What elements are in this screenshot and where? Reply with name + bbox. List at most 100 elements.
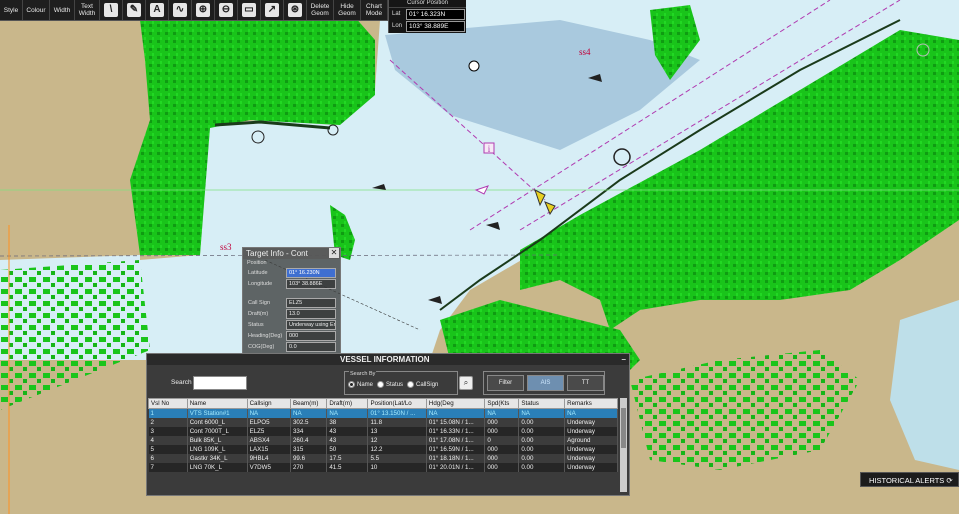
table-cell: 50 [326,445,369,454]
width-button[interactable]: Width [50,0,75,20]
delete-geom-button[interactable]: Delete Geom [307,0,334,20]
radio-icon[interactable] [348,381,355,388]
target-info-field-value[interactable]: 0.0 [286,341,336,352]
minimize-icon[interactable]: – [622,354,626,365]
table-row[interactable]: 3 Cont 7000T_L ELZ5 334 43 13 01° 16.33N / 1..… [148,427,618,436]
target-info-field-label: Longitude [248,280,273,287]
table-row[interactable]: 6 Gastkr 34K_L 9HBL4 99.6 17.5 5.5 01° 18.18N … [148,454,618,463]
zoom-in-button[interactable]: ⊕ [192,0,215,20]
table-cell: 01° 18.18N / 1... [426,454,486,463]
column-header[interactable]: Position(Lat/Lo [367,398,427,409]
cursor-position-title: Cursor Position [389,0,466,8]
radio-icon[interactable] [407,381,415,388]
line-tool-button[interactable]: \ [100,0,123,20]
text-width-button[interactable]: Text Width [75,0,100,20]
target-info-field-value[interactable]: 103° 38.886E [286,278,336,289]
scrollbar-thumb[interactable] [621,408,626,448]
table-row[interactable]: 2 Cont 6000_L ELPO5 302.5 38 11.8 01° 15.08N /… [148,418,618,427]
table-cell: 3 [148,427,188,436]
table-cell: 41.5 [326,463,369,472]
edit-tool-button[interactable]: ↗ [261,0,284,20]
vessel-info-title: VESSEL INFORMATION [340,355,430,364]
filter-button[interactable]: Filter [487,375,524,391]
radio-icon[interactable] [377,381,385,388]
target-info-field-value[interactable]: 01° 16.230N [286,267,336,278]
column-header[interactable]: Beam(m) [289,398,328,409]
table-cell: LNG 70K_L [187,463,248,472]
pen-tool-button[interactable]: ✎ [123,0,146,20]
table-row[interactable]: 5 LNG 109K_L LAX15 315 50 12.2 01° 16.59N / 1.… [148,445,618,454]
text-tool-button[interactable]: A [146,0,169,20]
vessel-symbol[interactable] [468,60,480,72]
table-cell: 0.00 [518,427,566,436]
column-header[interactable]: Remarks [564,398,618,409]
historical-alerts-button[interactable]: HISTORICAL ALERTS ⟳ [860,472,959,487]
historical-alerts-label: HISTORICAL ALERTS [869,476,945,485]
target-info-field-value[interactable]: ELZ5 [286,297,336,308]
target-info-field: Heading(Deg) 000 [243,330,340,341]
table-cell: 000 [484,463,520,472]
table-cell: 13 [367,427,427,436]
chart-mode-button[interactable]: Chart Mode [361,0,388,20]
column-header[interactable]: Draft(m) [326,398,369,409]
zoom-out-button[interactable]: ⊖ [215,0,238,20]
search-input[interactable] [193,376,247,390]
table-cell: 01° 17.08N / 1... [426,436,486,445]
table-cell: NA [518,408,566,418]
column-header[interactable]: Callsign [246,398,291,409]
vessel-info-header[interactable]: VESSEL INFORMATION – [147,354,629,365]
vessel-information-panel: VESSEL INFORMATION – Search Search By Na… [146,353,630,496]
edit-tool-icon: ↗ [265,3,279,17]
area-tool-icon: ▭ [242,3,256,17]
table-cell: Underway [564,445,618,454]
table-cell: 43 [326,436,369,445]
table-row[interactable]: 7 LNG 70K_L V7DW5 270 41.5 10 01° 20.01N / 1..… [148,463,618,472]
table-cell: ABSX4 [247,436,291,445]
tt-toggle[interactable]: TT [567,375,604,391]
table-cell: NA [484,408,520,418]
target-info-field: Status Underway using En [243,319,340,330]
table-row[interactable]: 4 Bulk 85K_L ABSX4 260.4 43 12 01° 17.08N / 1.… [148,436,618,445]
table-row[interactable]: 1 VTS Station#1 NA NA NA 01° 13.150N / ... NA N… [148,408,618,418]
zoom-in-icon: ⊕ [196,3,210,17]
column-header[interactable]: Name [186,398,248,409]
area-tool-button[interactable]: ▭ [238,0,261,20]
target-info-field-label: Status [248,321,264,328]
table-cell: 12.2 [367,445,427,454]
target-info-field: COG(Deg) 0.0 [243,341,340,352]
table-cell: ELPO5 [247,418,291,427]
position-section-label: Position [247,260,267,266]
target-info-field-value[interactable]: 000 [286,330,336,341]
lat-label: Lat [392,11,401,17]
zoom-out-icon: ⊖ [219,3,233,17]
search-by-option[interactable]: Name [348,381,373,388]
table-cell: 334 [290,427,328,436]
column-header[interactable]: Hdg(Deg [425,398,486,409]
column-header[interactable]: Spd(Kts [484,398,520,409]
search-button[interactable]: ⌕ [459,376,473,390]
ais-toggle[interactable]: AIS [527,375,564,391]
table-cell: LNG 109K_L [187,445,248,454]
column-header[interactable]: Status [518,398,566,409]
table-cell: 9HBL4 [247,454,291,463]
close-icon[interactable]: ✕ [329,248,339,258]
magnifier-icon: ⌕ [463,378,469,387]
colour-button[interactable]: Colour [23,0,50,20]
target-info-field-value[interactable]: Underway using En [286,319,336,330]
table-cell: 315 [290,445,328,454]
target-info-header[interactable]: Target Info - Cont ✕ [243,248,340,259]
table-scrollbar[interactable] [620,398,627,492]
hide-geom-button[interactable]: Hide Geom [334,0,361,20]
target-info-field-value[interactable]: 13.0 [286,308,336,319]
curve-tool-button[interactable]: ∿ [169,0,192,20]
table-cell: NA [564,408,618,418]
table-cell: 99.6 [290,454,328,463]
style-button[interactable]: Style [0,0,23,20]
search-by-option[interactable]: CallSign [407,381,438,388]
table-cell: NA [426,408,486,418]
column-header[interactable]: Vsl No [148,398,188,409]
target-tool-button[interactable]: ⊛ [284,0,307,20]
cursor-position-panel: Cursor Position Lat 01° 16.323N Lon 103° 3… [388,0,466,33]
refresh-icon: ⟳ [946,476,953,485]
search-by-option[interactable]: Status [377,381,403,388]
